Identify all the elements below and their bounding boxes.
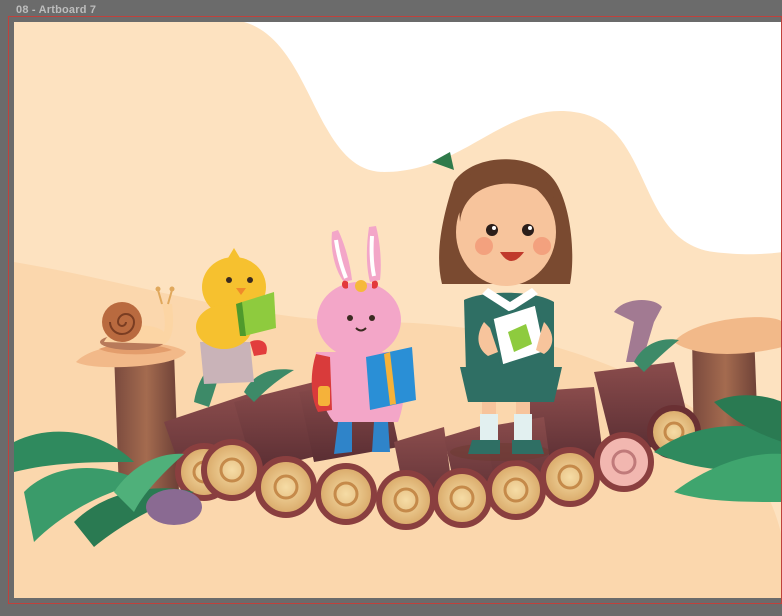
- log-end-3: [255, 456, 317, 518]
- log-end-2: [201, 439, 263, 501]
- rock-left: [146, 489, 202, 525]
- artboard-label[interactable]: 08 - Artboard 7: [16, 4, 96, 16]
- log-end-9: [594, 432, 654, 492]
- log-end-6: [432, 468, 492, 528]
- illustration: [14, 22, 782, 598]
- log-end-5: [376, 470, 436, 530]
- log-end-7: [486, 460, 546, 520]
- artboard-canvas[interactable]: [14, 22, 782, 598]
- log-end-8: [540, 447, 600, 507]
- log-end-4: [315, 463, 377, 525]
- blue-book: [366, 347, 416, 410]
